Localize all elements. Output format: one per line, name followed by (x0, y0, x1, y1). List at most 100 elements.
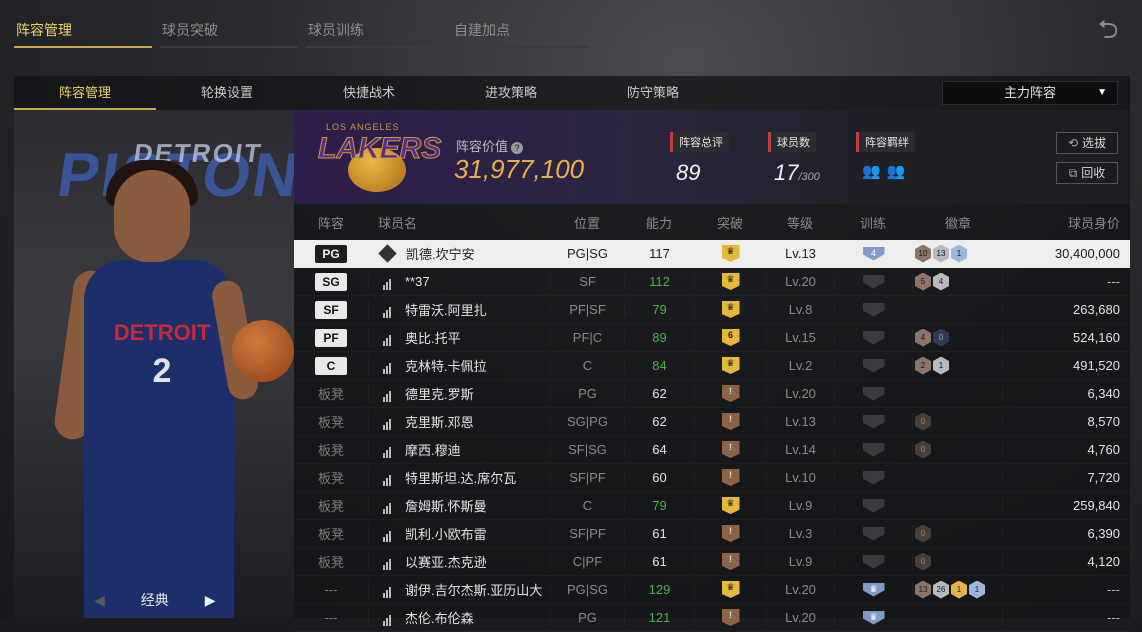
player-overall: 79 (624, 302, 694, 317)
player-level: Lv.13 (766, 246, 834, 261)
player-name[interactable]: **37 (405, 274, 430, 289)
subtab-offense[interactable]: 进攻策略 (440, 76, 582, 110)
signal-bars-icon (379, 414, 395, 430)
breakthrough-cell: ! (694, 469, 766, 486)
badge-icon: 0 (915, 412, 931, 431)
col-training[interactable]: 训练 (834, 213, 912, 232)
table-row[interactable]: --- 杰伦.布伦森 PG 121! Lv.20 ♛ --- (294, 604, 1130, 632)
table-row[interactable]: 板凳 德里克.罗斯 PG 62! Lv.20 6,340 (294, 380, 1130, 408)
player-name[interactable]: 特雷沃.阿里扎 (405, 300, 487, 319)
player-name[interactable]: 詹姆斯.怀斯曼 (405, 496, 487, 515)
player-name[interactable]: 摩西.穆迪 (405, 440, 461, 459)
col-breakthrough[interactable]: 突破 (694, 213, 766, 232)
table-row[interactable]: C 克林特.卡佩拉 C 84 ♛ Lv.2 2 1 491,520 (294, 352, 1130, 380)
training-cell (834, 526, 912, 541)
table-row[interactable]: 板凳 以赛亚.杰克逊 C|PF 61! Lv.9 0 4,120 (294, 548, 1130, 576)
training-badge-icon (862, 554, 885, 569)
table-row[interactable]: PF 奥比.托平 PF|C 89 6 Lv.15 4 0 524,160 (294, 324, 1130, 352)
player-name-cell: 特雷沃.阿里扎 (368, 300, 550, 319)
tab-lineup-management[interactable]: 阵容管理 (14, 14, 152, 48)
player-overall: 64 (624, 442, 694, 457)
player-name-cell: 凯利.小欧布雷 (368, 524, 550, 543)
slot-cell: SG (294, 272, 368, 291)
col-slot[interactable]: 阵容 (294, 213, 368, 232)
help-icon[interactable]: ? (511, 142, 524, 154)
table-row[interactable]: 板凳 克里斯.邓恩 SG|PG 62! Lv.13 0 8,570 (294, 408, 1130, 436)
player-name[interactable]: 克里斯.邓恩 (405, 412, 474, 431)
player-level: Lv.15 (766, 330, 834, 345)
next-arrow-icon[interactable]: ▶ (205, 592, 216, 609)
subtab-defense[interactable]: 防守策略 (582, 76, 724, 110)
badge-icon: 13 (933, 244, 949, 263)
player-name[interactable]: 克林特.卡佩拉 (405, 356, 487, 375)
player-overall: 112 (624, 274, 694, 289)
player-level: Lv.8 (766, 302, 834, 317)
signal-bars-icon (379, 470, 395, 486)
badge-icon: 2 (915, 356, 931, 375)
col-badges[interactable]: 徽章 (912, 213, 1002, 232)
subtab-rotation[interactable]: 轮换设置 (156, 76, 298, 110)
player-level: Lv.14 (766, 442, 834, 457)
breakthrough-cell: ♛ (694, 301, 766, 318)
signal-bars-icon (379, 274, 395, 290)
player-name[interactable]: 以赛亚.杰克逊 (405, 552, 487, 571)
table-row[interactable]: 板凳 特里斯坦.达.席尔瓦 SF|PF 60! Lv.10 7,720 (294, 464, 1130, 492)
lineup-dropdown[interactable]: 主力阵容 ▼ (942, 81, 1118, 105)
col-name[interactable]: 球员名 (368, 213, 550, 232)
chemistry-icons[interactable]: 👥 👥 (862, 162, 915, 180)
players-value: 17/300 (774, 160, 820, 186)
player-value: --- (1002, 274, 1130, 289)
subtab-lineup[interactable]: 阵容管理 (14, 76, 156, 110)
table-row[interactable]: PG 凯德.坎宁安 PG|SG 117 ♛ Lv.13 4 10 13 1 30,400,000 (294, 240, 1130, 268)
player-value: 8,570 (1002, 414, 1130, 429)
select-button[interactable]: ⟲ 选拔 (1056, 132, 1118, 154)
player-name-cell: 克林特.卡佩拉 (368, 356, 550, 375)
overall-value: 89 (676, 160, 701, 185)
player-value: 6,340 (1002, 386, 1130, 401)
back-arrow-icon[interactable]: ⮌ (1088, 14, 1128, 44)
breakthrough-cell: ! (694, 413, 766, 430)
table-row[interactable]: 板凳 詹姆斯.怀斯曼 C 79 ♛ Lv.9 259,840 (294, 492, 1130, 520)
breakthrough-cell: 6 (694, 329, 766, 346)
col-level[interactable]: 等级 (766, 213, 834, 232)
table-row[interactable]: SG **37 SF 112 ♛ Lv.20 5 4 --- (294, 268, 1130, 296)
table-row[interactable]: --- 谢伊.吉尔杰斯.亚历山大 PG|SG 129 ♛ Lv.20 ♛ 13 26 1 1 --- (294, 576, 1130, 604)
tab-custom-points[interactable]: 自建加点 (452, 14, 590, 48)
player-name[interactable]: 德里克.罗斯 (405, 384, 474, 403)
player-overall: 62 (624, 386, 694, 401)
breakthrough-cell: ♛ (694, 357, 766, 374)
player-level: Lv.10 (766, 470, 834, 485)
player-name[interactable]: 特里斯坦.达.席尔瓦 (405, 468, 516, 487)
badge-icon: 0 (915, 552, 931, 571)
breakthrough-shield-icon: ! (721, 441, 740, 458)
tab-player-breakthrough[interactable]: 球员突破 (160, 14, 298, 48)
player-name[interactable]: 凯德.坎宁安 (406, 244, 475, 263)
table-row[interactable]: 板凳 凯利.小欧布雷 SF|PF 61! Lv.3 0 6,390 (294, 520, 1130, 548)
subtab-quick-tactics[interactable]: 快捷战术 (298, 76, 440, 110)
player-name[interactable]: 谢伊.吉尔杰斯.亚历山大 (405, 580, 542, 599)
recycle-button[interactable]: ⧉ 回收 (1056, 162, 1118, 184)
player-position: SG|PG (550, 414, 624, 429)
col-position[interactable]: 位置 (550, 213, 624, 232)
col-overall[interactable]: 能力 (624, 213, 694, 232)
badge-icon: 13 (915, 580, 931, 599)
badges-cell: 0 (912, 440, 1002, 459)
player-overall: 60 (624, 470, 694, 485)
tab-player-training[interactable]: 球员训练 (306, 14, 444, 48)
player-body (84, 260, 234, 618)
slot-cell: 板凳 (294, 552, 368, 571)
player-name[interactable]: 奥比.托平 (405, 328, 461, 347)
badge-icon: 1 (933, 356, 949, 375)
col-value[interactable]: 球员身价 (1002, 213, 1130, 232)
table-row[interactable]: SF 特雷沃.阿里扎 PF|SF 79 ♛ Lv.8 263,680 (294, 296, 1130, 324)
players-stat: 球员数 17/300 (768, 132, 820, 186)
basketball-icon (232, 320, 294, 382)
badges-cell: 13 26 1 1 (912, 580, 1002, 599)
prev-arrow-icon[interactable]: ◀ (94, 592, 105, 609)
table-row[interactable]: 板凳 摩西.穆迪 SF|SG 64! Lv.14 0 4,760 (294, 436, 1130, 464)
player-name-cell: 克里斯.邓恩 (368, 412, 550, 431)
badge-icon: 1 (951, 580, 967, 599)
roster-table: 阵容 球员名 位置 能力 突破 等级 训练 徽章 球员身价 PG 凯德.坎宁安 PG… (294, 204, 1130, 627)
player-name[interactable]: 凯利.小欧布雷 (405, 524, 487, 543)
player-value: 524,160 (1002, 330, 1130, 345)
